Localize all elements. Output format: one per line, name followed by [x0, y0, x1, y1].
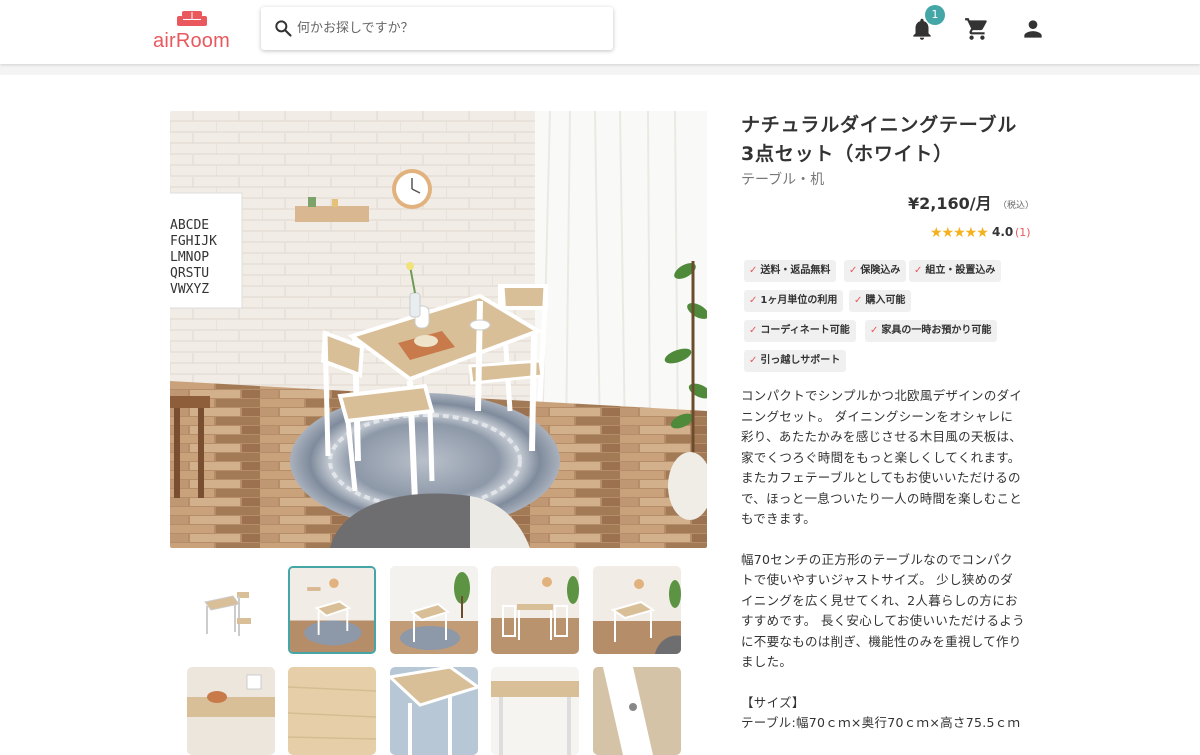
svg-text:VWXYZ: VWXYZ	[170, 282, 209, 297]
feature-tag-label: 引っ越しサポート	[760, 355, 841, 366]
thumbnail-6[interactable]	[187, 667, 275, 755]
tax-note: （税込）	[998, 201, 1035, 211]
description-paragraph: 幅70センチの正方形のテーブルなのでコンパクトで使いやすいジャストサイズ。 少し…	[741, 551, 1025, 670]
logo-text: airRoom	[153, 30, 230, 52]
sofa-logo-icon	[177, 11, 207, 26]
check-icon: ✓	[870, 325, 879, 336]
thumbnail-10[interactable]	[593, 667, 681, 755]
account-icon[interactable]	[1020, 16, 1046, 42]
feature-tag: ✓ 送料・返品無料	[744, 260, 837, 282]
feature-tag: ✓ 1ヶ月単位の利用	[744, 290, 844, 312]
thumbnail-4[interactable]	[491, 566, 579, 654]
feature-tag: ✓ 保険込み	[844, 260, 907, 282]
feature-tag: ✓ 購入可能	[849, 290, 912, 312]
feature-tag-label: コーディネート可能	[760, 325, 850, 336]
rating-value: 4.0	[992, 225, 1014, 239]
search-input[interactable]	[297, 13, 597, 43]
feature-tag-label: 保険込み	[860, 265, 901, 276]
thumbnail-9[interactable]	[491, 667, 579, 755]
dining-set-photo: ABCDE FGHIJK LMNOP QRSTU VWXYZ	[170, 111, 707, 548]
feature-tag-label: 送料・返品無料	[760, 265, 831, 276]
check-icon: ✓	[849, 265, 858, 276]
feature-tag-label: 組立・設置込み	[925, 265, 996, 276]
check-icon: ✓	[749, 355, 758, 366]
thumbnail-7[interactable]	[288, 667, 376, 755]
airroom-logo[interactable]: airRoom	[150, 10, 232, 52]
check-icon: ✓	[854, 295, 863, 306]
search-bar[interactable]	[261, 7, 613, 50]
check-icon: ✓	[749, 265, 758, 276]
thumbnail-1[interactable]	[187, 566, 275, 654]
product-description: コンパクトでシンプルかつ北欧風デザインのダイニングセット。 ダイニングシーンをオ…	[741, 386, 1025, 734]
feature-tag-label: 1ヶ月単位の利用	[760, 295, 838, 306]
thumbnail-8[interactable]	[390, 667, 478, 755]
feature-tag: ✓ 引っ越しサポート	[744, 350, 847, 372]
check-icon: ✓	[749, 295, 758, 306]
main-product-image[interactable]: ABCDE FGHIJK LMNOP QRSTU VWXYZ	[170, 111, 707, 548]
check-icon: ✓	[914, 265, 923, 276]
top-bar: airRoom 1	[0, 0, 1200, 64]
notification-badge: 1	[925, 5, 945, 25]
product-category[interactable]: テーブル・机	[741, 169, 824, 189]
size-heading: 【サイズ】	[741, 694, 805, 710]
feature-tag: ✓ 家具の一時お預かり可能	[865, 320, 998, 342]
svg-text:FGHIJK: FGHIJK	[170, 234, 217, 249]
check-icon: ✓	[749, 325, 758, 336]
size-detail: テーブル:幅70ｃｍ×奥行70ｃｍ×高さ75.5ｃｍ	[741, 715, 1021, 730]
feature-tag-label: 購入可能	[865, 295, 906, 306]
feature-tag: ✓ コーディネート可能	[744, 320, 856, 342]
feature-tag: ✓ 組立・設置込み	[909, 260, 1002, 282]
star-rating-icon: ★★★★★	[930, 225, 989, 241]
monthly-price: ¥2,160/月	[908, 194, 992, 213]
thumbnail-3[interactable]	[390, 566, 478, 654]
cart-icon[interactable]	[964, 16, 990, 42]
review-count-link[interactable]: (1)	[1015, 226, 1031, 239]
feature-tag-label: 家具の一時お預かり可能	[881, 325, 992, 336]
svg-text:LMNOP: LMNOP	[170, 250, 209, 265]
thumbnail-5[interactable]	[593, 566, 681, 654]
thumbnail-2[interactable]	[288, 566, 376, 654]
header-divider	[0, 64, 1200, 75]
svg-text:ABCDE: ABCDE	[170, 218, 209, 233]
product-title: ナチュラルダイニングテーブル3点セット（ホワイト）	[741, 114, 1018, 165]
svg-text:QRSTU: QRSTU	[170, 266, 209, 281]
search-icon[interactable]	[273, 18, 293, 38]
description-paragraph: コンパクトでシンプルかつ北欧風デザインのダイニングセット。 ダイニングシーンをオ…	[741, 388, 1023, 526]
